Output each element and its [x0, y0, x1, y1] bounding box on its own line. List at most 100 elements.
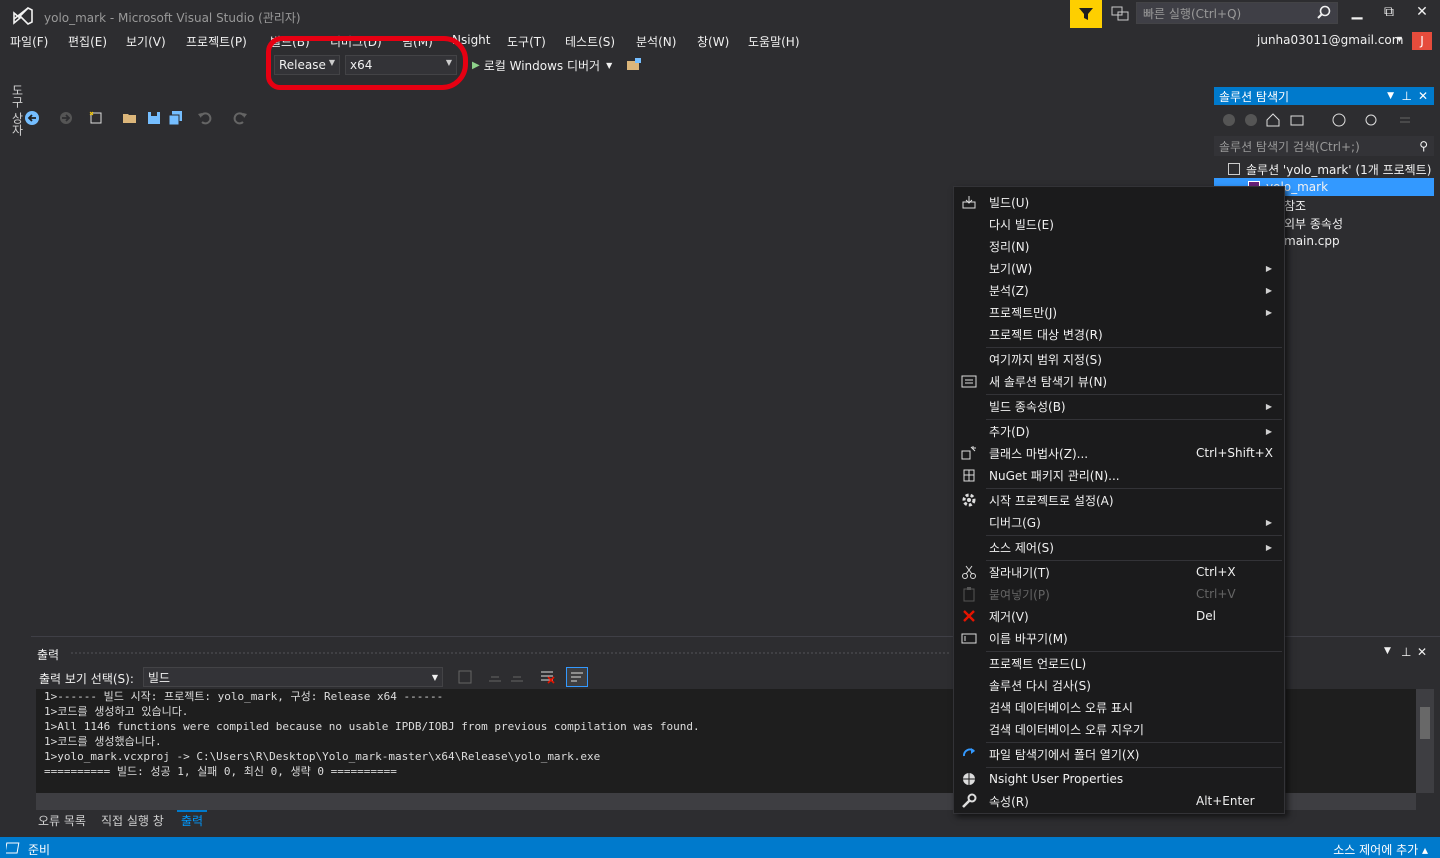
cut-icon: [961, 564, 977, 580]
menu-item-label: 잘라내기(T): [989, 565, 1050, 580]
menu-item-label: 시작 프로젝트로 설정(A): [989, 493, 1114, 508]
menu-item-unload-project[interactable]: 프로젝트 언로드(L): [954, 652, 1284, 674]
submenu-arrow-icon: ▶: [1265, 426, 1272, 436]
forward-icon[interactable]: [1244, 113, 1258, 127]
menu-item-label: 추가(D): [989, 424, 1030, 439]
toggle-word-wrap-icon[interactable]: [566, 667, 588, 687]
scrollbar-thumb[interactable]: [1420, 707, 1430, 739]
solution-explorer-search-input[interactable]: 솔루션 탐색기 검색(Ctrl+;) ⚲: [1214, 136, 1434, 156]
output-line: 1>yolo_mark.vcxproj -> C:\Users\R\Deskto…: [44, 750, 601, 763]
vertical-scrollbar[interactable]: [1416, 689, 1434, 793]
menu-item-show-db-errors[interactable]: 검색 데이터베이스 오류 표시: [954, 696, 1284, 718]
globe-icon[interactable]: [1332, 113, 1346, 127]
menu-item-rescan-solution[interactable]: 솔루션 다시 검사(S): [954, 674, 1284, 696]
open-folder-icon: [961, 746, 977, 762]
redo-icon[interactable]: [232, 110, 248, 126]
submenu-arrow-icon: ▶: [1265, 307, 1272, 317]
output-text-area[interactable]: 1>------ 빌드 시작: 프로젝트: yolo_mark, 구성: Rel…: [36, 689, 954, 793]
menu-window[interactable]: 창(W): [697, 33, 729, 50]
menu-item-properties[interactable]: 속성(R) Alt+Enter: [954, 790, 1284, 812]
menu-item-open-in-explorer[interactable]: 파일 탐색기에서 폴더 열기(X): [954, 743, 1284, 765]
menu-item-source-control[interactable]: 소스 제어(S) ▶: [954, 536, 1284, 558]
browse-folder-icon[interactable]: [626, 57, 642, 73]
maximize-button[interactable]: ⧉: [1374, 4, 1404, 24]
chevron-down-icon[interactable]: ▼: [1384, 646, 1391, 656]
menu-item-label: 프로젝트 언로드(L): [989, 656, 1087, 671]
notification-filter-icon[interactable]: [1070, 0, 1102, 28]
navigate-forward-icon[interactable]: [58, 110, 74, 126]
menu-item-label: 제거(V): [989, 609, 1029, 624]
start-debugging-button[interactable]: ▶ 로컬 Windows 디버거 ▼: [472, 57, 612, 74]
tab-error-list[interactable]: 오류 목록: [38, 812, 86, 829]
menu-item-retarget-project[interactable]: 프로젝트 대상 변경(R): [954, 323, 1284, 345]
feedback-icon[interactable]: [1110, 5, 1130, 23]
navigate-back-icon[interactable]: [24, 110, 40, 126]
tab-output[interactable]: 출력: [177, 810, 208, 829]
tree-item-label: main.cpp: [1284, 234, 1340, 248]
menu-item-project-only[interactable]: 프로젝트만(J) ▶: [954, 301, 1284, 323]
output-source-select[interactable]: 빌드 ▼: [143, 667, 443, 687]
save-all-icon[interactable]: [168, 110, 184, 126]
tree-item-solution[interactable]: 솔루션 'yolo_mark' (1개 프로젝트): [1214, 160, 1434, 178]
menu-item-build[interactable]: 빌드(U): [954, 191, 1284, 213]
toolbox-tab[interactable]: 도구 상자: [8, 84, 26, 144]
menu-item-build-dependencies[interactable]: 빌드 종속성(B) ▶: [954, 395, 1284, 417]
menu-item-new-solution-explorer-view[interactable]: 새 솔루션 탐색기 뷰(N): [954, 370, 1284, 392]
menu-item-add[interactable]: 추가(D) ▶: [954, 420, 1284, 442]
menu-item-cut[interactable]: 잘라내기(T) Ctrl+X: [954, 561, 1284, 583]
solution-explorer-toolbar: [1214, 108, 1434, 134]
menu-edit[interactable]: 편집(E): [68, 33, 107, 50]
menu-item-rename[interactable]: 이름 바꾸기(M): [954, 627, 1284, 649]
menu-help[interactable]: 도움말(H): [748, 33, 800, 50]
menu-project[interactable]: 프로젝트(P): [186, 33, 247, 50]
pin-icon[interactable]: ⊥: [1401, 645, 1411, 659]
home-icon[interactable]: [1266, 113, 1280, 127]
menu-tools[interactable]: 도구(T): [507, 33, 546, 50]
menu-test[interactable]: 테스트(S): [565, 33, 615, 50]
menu-item-analyze[interactable]: 분석(Z) ▶: [954, 279, 1284, 301]
chevron-down-icon[interactable]: ▼: [1387, 91, 1394, 101]
menu-file[interactable]: 파일(F): [10, 33, 48, 50]
add-to-source-control[interactable]: 소스 제어에 추가 ▴: [1333, 841, 1428, 858]
back-icon[interactable]: [1222, 113, 1236, 127]
account-name[interactable]: junha03011@gmail.com: [1257, 33, 1403, 47]
menu-item-label: 정리(N): [989, 239, 1030, 254]
history-icon[interactable]: [1364, 113, 1378, 127]
output-line: 1>All 1146 functions were compiled becau…: [44, 720, 700, 733]
open-file-icon[interactable]: [122, 110, 138, 126]
menu-item-clean[interactable]: 정리(N): [954, 235, 1284, 257]
menu-item-debug[interactable]: 디버그(G) ▶: [954, 511, 1284, 533]
menu-item-view[interactable]: 보기(W) ▶: [954, 257, 1284, 279]
undo-icon[interactable]: [197, 110, 213, 126]
avatar[interactable]: J: [1412, 32, 1432, 50]
minimize-button[interactable]: ▁: [1342, 4, 1372, 24]
switch-views-icon[interactable]: [1290, 113, 1306, 127]
find-message-icon[interactable]: [457, 669, 473, 685]
menu-item-shortcut: Alt+Enter: [1196, 794, 1255, 808]
menu-view[interactable]: 보기(V): [126, 33, 166, 50]
menu-item-manage-nuget[interactable]: NuGet 패키지 관리(N)...: [954, 464, 1284, 486]
clear-all-icon[interactable]: [539, 669, 555, 685]
menu-item-label: 다시 빌드(E): [989, 217, 1054, 232]
close-icon[interactable]: ✕: [1418, 89, 1428, 103]
menu-item-set-startup-project[interactable]: 시작 프로젝트로 설정(A): [954, 489, 1284, 511]
new-project-icon[interactable]: [88, 110, 104, 126]
menu-item-rebuild[interactable]: 다시 빌드(E): [954, 213, 1284, 235]
menu-item-scope-to-this[interactable]: 여기까지 범위 지정(S): [954, 348, 1284, 370]
close-icon[interactable]: ✕: [1417, 645, 1427, 659]
pin-icon[interactable]: ⊥: [1402, 89, 1412, 103]
menu-item-nsight-user-properties[interactable]: Nsight User Properties: [954, 768, 1284, 790]
menu-item-class-wizard[interactable]: 클래스 마법사(Z)... Ctrl+Shift+X: [954, 442, 1284, 464]
sync-icon[interactable]: [1398, 113, 1412, 127]
menu-item-clear-db-errors[interactable]: 검색 데이터베이스 오류 지우기: [954, 718, 1284, 740]
menu-analyze[interactable]: 분석(N): [636, 33, 676, 50]
tab-immediate-window[interactable]: 직접 실행 창: [101, 812, 164, 829]
quick-launch-input[interactable]: 빠른 실행(Ctrl+Q): [1136, 2, 1338, 24]
account-dropdown-icon[interactable]: ▾: [1397, 34, 1402, 45]
save-icon[interactable]: [146, 110, 162, 126]
close-button[interactable]: ✕: [1407, 4, 1437, 24]
next-message-icon[interactable]: [509, 669, 525, 685]
menu-item-remove[interactable]: 제거(V) Del: [954, 605, 1284, 627]
previous-message-icon[interactable]: [487, 669, 503, 685]
menu-item-paste[interactable]: 붙여넣기(P) Ctrl+V: [954, 583, 1284, 605]
